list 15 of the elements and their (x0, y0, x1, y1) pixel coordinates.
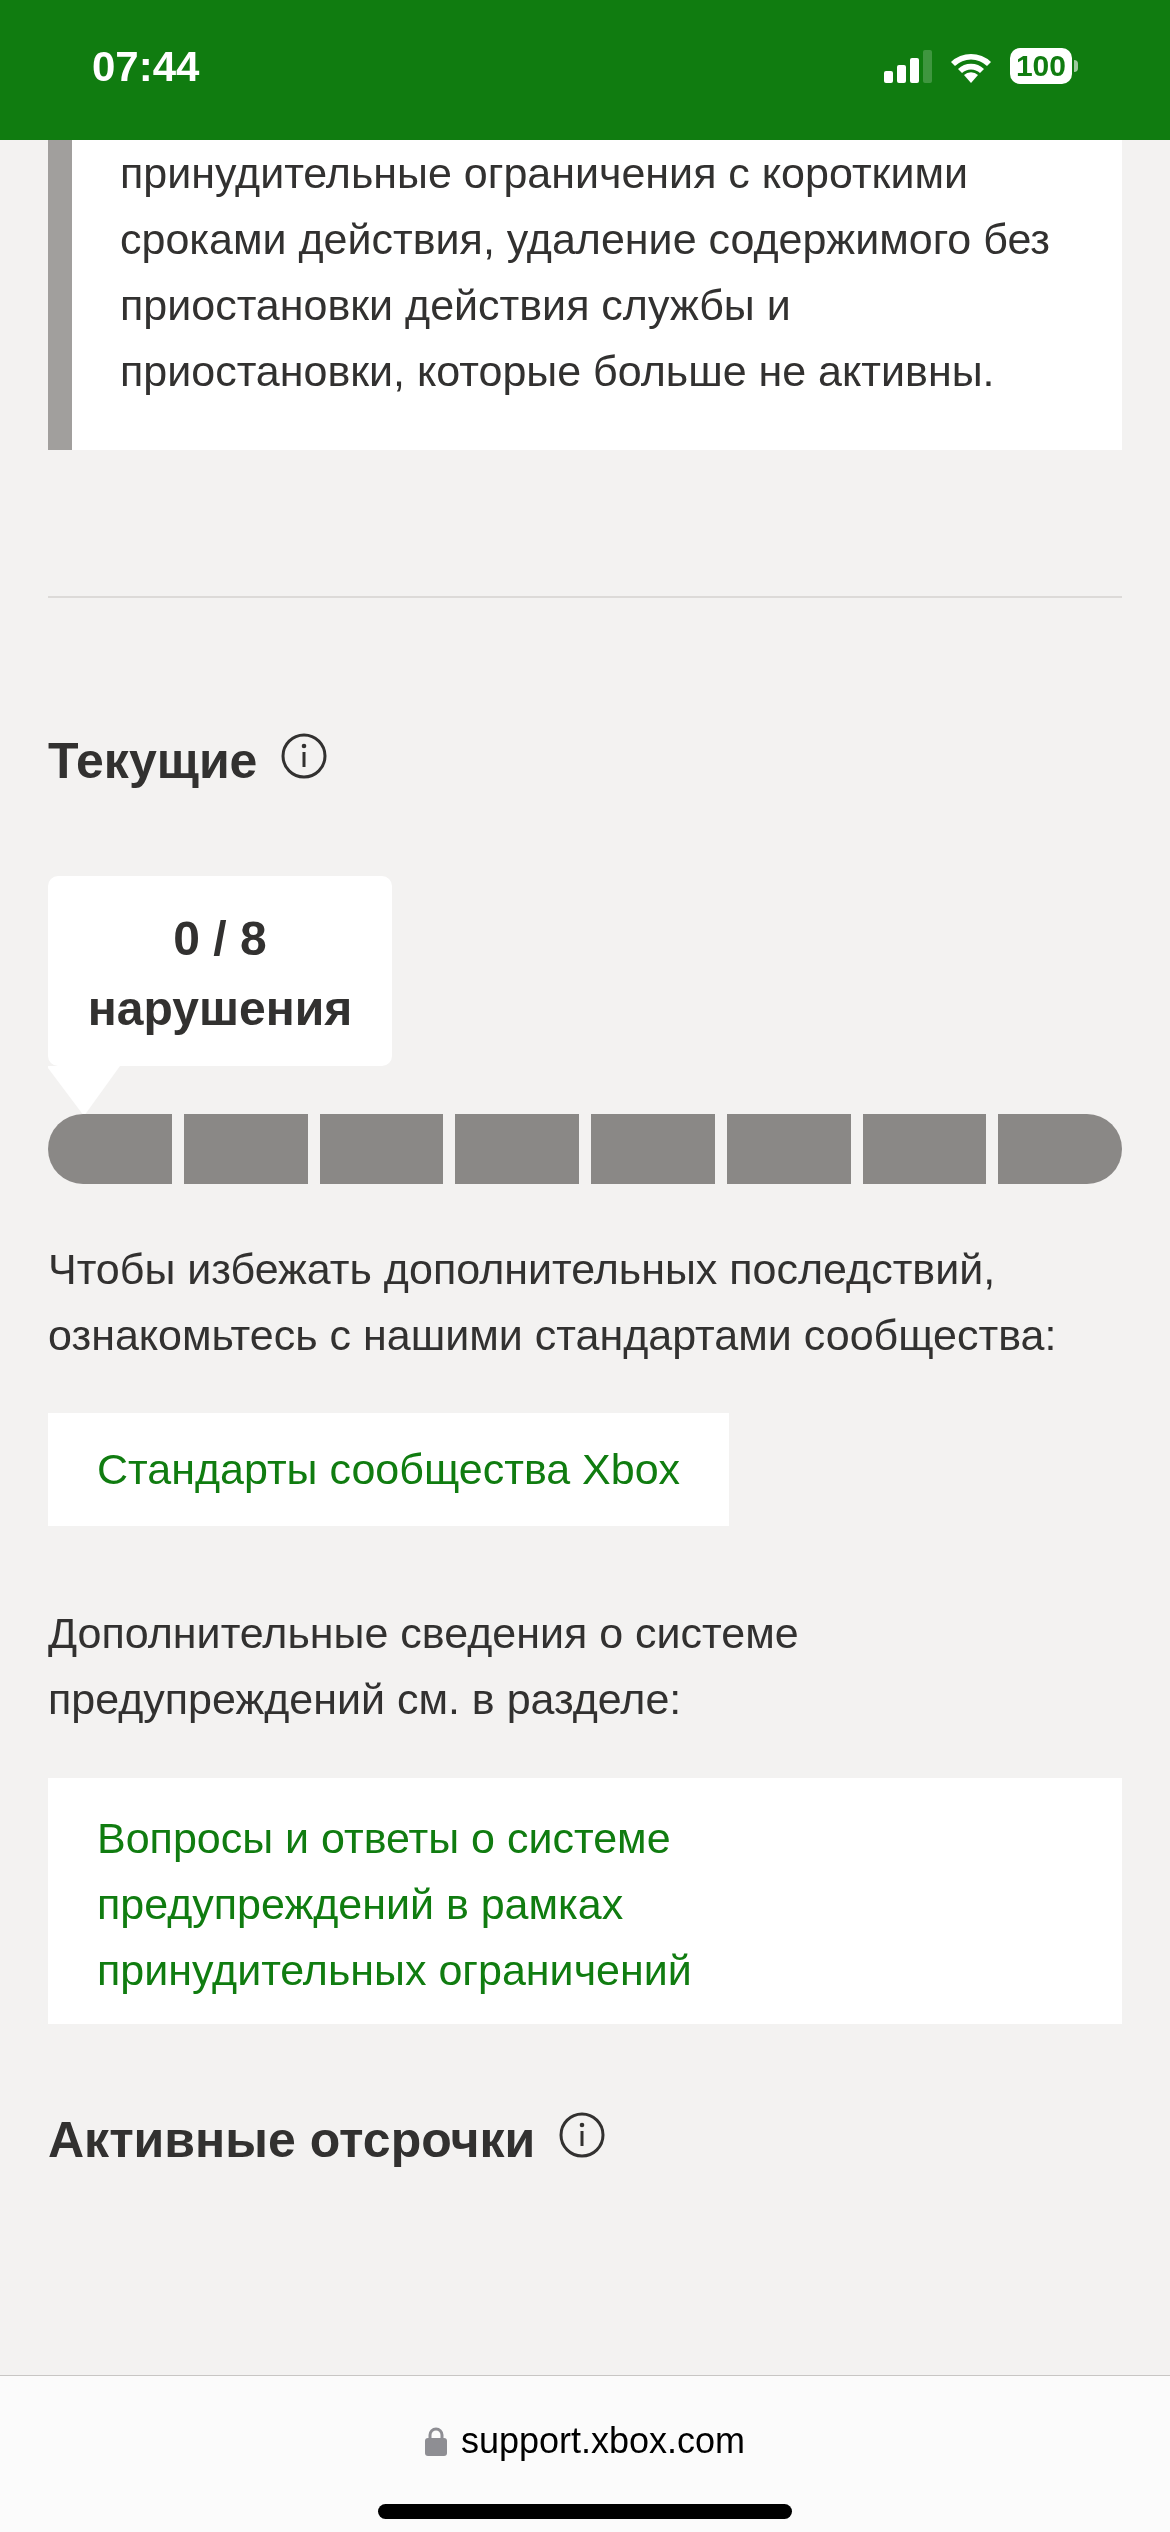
strike-unit: нарушения (87, 981, 353, 1037)
strike-count: 0 / 8 (173, 911, 267, 967)
section-heading: Активные отсрочки (48, 2111, 536, 2170)
notice-text: принудительные ограничения с короткими сроками действия, удаление содержимого без приостановки действия службы и приостановки, которые больше не активны. (120, 148, 1052, 397)
standards-text: Чтобы избежать дополнительных последствий, ознакомьтесь с нашими стандартами сообщества: (48, 1244, 1058, 1361)
faq-text: Дополнительные сведения о системе предупреждений см. в разделе: (48, 1608, 800, 1725)
signal-icon (883, 49, 932, 83)
info-icon[interactable] (559, 2112, 606, 2158)
standards-link[interactable]: Стандарты сообщества Xbox (48, 1413, 730, 1526)
clock: 07:44 (92, 41, 200, 92)
info-icon[interactable] (281, 733, 328, 779)
faq-link[interactable]: Вопросы и ответы о системе предупреждений в рамках принудительных ограничений (48, 1778, 1122, 2024)
lock-icon (424, 2426, 447, 2456)
section-heading: Текущие (48, 732, 258, 791)
url-text[interactable]: support.xbox.com (460, 2414, 746, 2468)
